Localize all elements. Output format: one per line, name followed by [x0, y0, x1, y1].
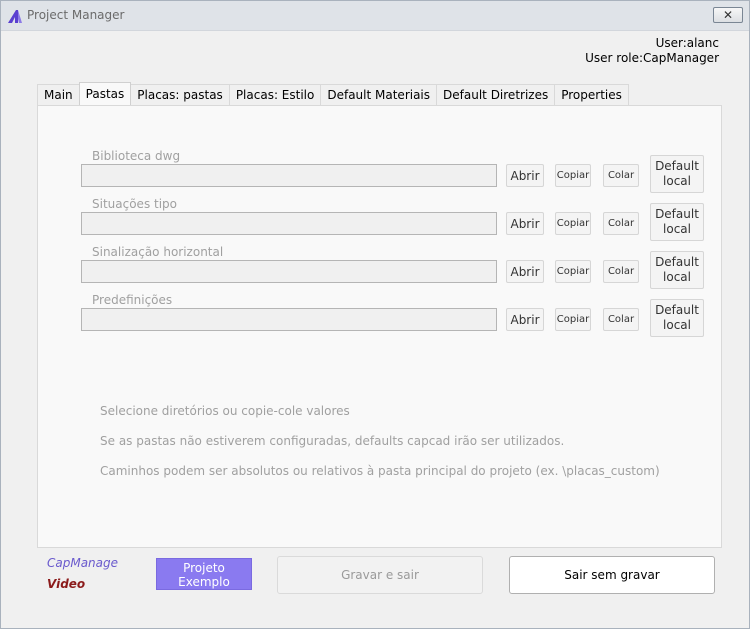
project-manager-window: Project Manager ✕ User:alanc User role:C… [0, 0, 750, 629]
default-label-line1: Default [655, 255, 699, 269]
path-input-sinalizacao-horizontal[interactable] [81, 260, 497, 283]
default-label-line1: Default [655, 207, 699, 221]
paste-button[interactable]: Colar [603, 164, 639, 187]
paste-button[interactable]: Colar [603, 308, 639, 331]
tab-pastas[interactable]: Pastas [78, 82, 132, 105]
group-label: Biblioteca dwg [92, 149, 181, 163]
info-text-paths: Caminhos podem ser absolutos ou relativo… [100, 464, 660, 478]
group-label: Sinalização horizontal [92, 245, 224, 259]
folder-group-situacoes-tipo: Situações tipo Abrir Copiar Colar Defaul… [81, 197, 711, 243]
paste-button[interactable]: Colar [603, 260, 639, 283]
tab-placas-estilo[interactable]: Placas: Estilo [228, 84, 322, 105]
path-input-predefinicoes[interactable] [81, 308, 497, 331]
group-label: Predefinições [92, 293, 173, 307]
tab-default-diretrizes[interactable]: Default Diretrizes [436, 84, 556, 105]
default-local-button[interactable]: Default local [650, 155, 704, 193]
window-title: Project Manager [27, 8, 125, 22]
default-local-button[interactable]: Default local [650, 203, 704, 241]
copy-button[interactable]: Copiar [555, 212, 591, 235]
default-local-button[interactable]: Default local [650, 299, 704, 337]
info-text-select: Selecione diretórios ou copie-cole valor… [100, 404, 350, 418]
default-label-line2: local [663, 174, 691, 188]
user-info: User:alanc User role:CapManager [585, 36, 719, 66]
close-button[interactable]: ✕ [713, 7, 743, 23]
open-button[interactable]: Abrir [506, 308, 544, 331]
default-label-line2: local [663, 318, 691, 332]
path-input-biblioteca-dwg[interactable] [81, 164, 497, 187]
open-button[interactable]: Abrir [506, 212, 544, 235]
default-label-line1: Default [655, 303, 699, 317]
open-button[interactable]: Abrir [506, 164, 544, 187]
info-text-defaults: Se as pastas não estiverem configuradas,… [100, 434, 565, 448]
copy-button[interactable]: Copiar [555, 308, 591, 331]
user-name: User:alanc [655, 36, 719, 50]
open-button[interactable]: Abrir [506, 260, 544, 283]
path-input-situacoes-tipo[interactable] [81, 212, 497, 235]
exit-without-saving-button[interactable]: Sair sem gravar [509, 556, 715, 594]
tab-default-materiais[interactable]: Default Materiais [320, 84, 438, 105]
folder-group-biblioteca-dwg: Biblioteca dwg Abrir Copiar Colar Defaul… [81, 149, 711, 195]
capmanage-link[interactable]: CapManage [47, 556, 118, 570]
tab-strip: Main Pastas Placas: pastas Placas: Estil… [37, 82, 629, 105]
video-link[interactable]: Video [47, 577, 85, 591]
group-label: Situações tipo [92, 197, 178, 211]
projeto-label-line2: Exemplo [178, 575, 230, 589]
pastas-panel: Biblioteca dwg Abrir Copiar Colar Defaul… [37, 105, 722, 548]
projeto-exemplo-button[interactable]: Projeto Exemplo [156, 558, 252, 590]
folder-group-sinalizacao-horizontal: Sinalização horizontal Abrir Copiar Cola… [81, 245, 711, 291]
tab-properties[interactable]: Properties [554, 84, 629, 105]
tab-placas-pastas[interactable]: Placas: pastas [130, 84, 230, 105]
paste-button[interactable]: Colar [603, 212, 639, 235]
default-label-line2: local [663, 222, 691, 236]
copy-button[interactable]: Copiar [555, 164, 591, 187]
folder-group-predefinicoes: Predefinições Abrir Copiar Colar Default… [81, 293, 711, 339]
default-label-line1: Default [655, 159, 699, 173]
copy-button[interactable]: Copiar [555, 260, 591, 283]
user-role: User role:CapManager [585, 51, 719, 65]
title-bar[interactable]: Project Manager ✕ [1, 1, 749, 31]
tab-main[interactable]: Main [37, 84, 80, 105]
default-label-line2: local [663, 270, 691, 284]
save-and-exit-button[interactable]: Gravar e sair [277, 556, 483, 594]
projeto-label-line1: Projeto [183, 561, 225, 575]
app-logo-icon [8, 10, 22, 23]
close-icon: ✕ [722, 8, 734, 22]
default-local-button[interactable]: Default local [650, 251, 704, 289]
